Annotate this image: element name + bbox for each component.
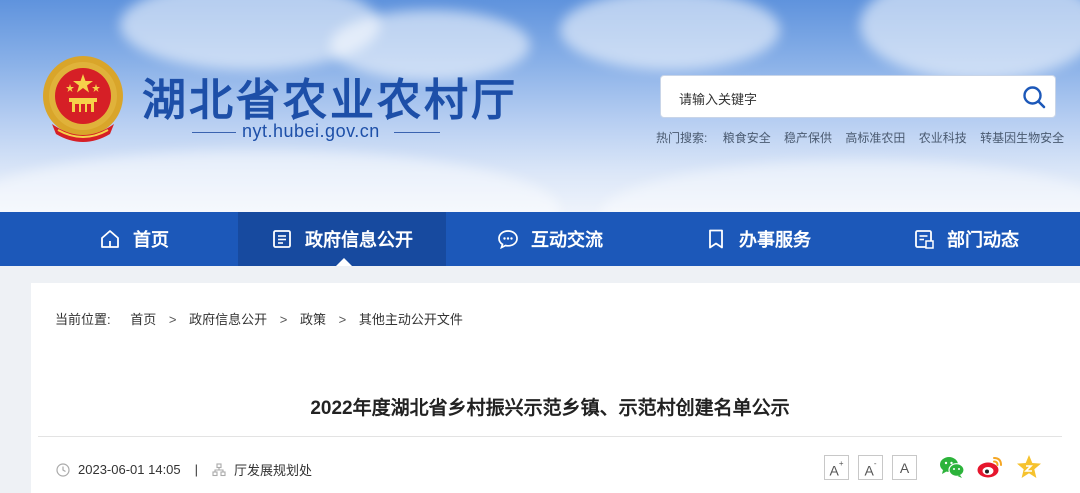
article-meta: 2023-06-01 14:05 | 厅发展规划处 <box>56 460 312 479</box>
document-list-icon <box>273 230 291 248</box>
organization-icon <box>212 462 226 476</box>
hot-search-term[interactable]: 粮食安全 <box>723 131 771 145</box>
breadcrumb-link[interactable]: 政策 <box>300 312 326 327</box>
font-reset-button[interactable]: A <box>892 455 917 480</box>
national-emblem-icon <box>43 56 123 142</box>
cloud-decoration <box>860 0 1080 80</box>
nav-item-label: 政府信息公开 <box>305 230 413 250</box>
hot-search-term[interactable]: 高标准农田 <box>845 131 905 145</box>
hot-search-term[interactable]: 稳产保供 <box>784 131 832 145</box>
nav-item-label: 部门动态 <box>947 230 1019 250</box>
search-input[interactable]: 请输入关键字 <box>660 75 1056 118</box>
site-domain-text: nyt.hubei.gov.cn <box>242 121 380 141</box>
meta-divider: | <box>194 462 199 477</box>
bookmark-icon <box>709 229 723 249</box>
chat-icon <box>498 230 518 250</box>
breadcrumb-separator: > <box>168 312 177 327</box>
hot-search-term[interactable]: 农业科技 <box>919 131 967 145</box>
active-nav-pointer <box>336 258 352 266</box>
main-nav: 首页 政府信息公开 互动交流 办事服务 部门动态 <box>0 212 1080 266</box>
breadcrumb-link[interactable]: 其他主动公开文件 <box>359 312 463 327</box>
wechat-icon[interactable] <box>938 453 966 481</box>
font-reset-label: A <box>899 460 910 476</box>
font-decrease-mark: - <box>873 459 877 468</box>
font-increase-button[interactable]: A+ <box>824 455 849 480</box>
domain-rule <box>192 132 236 133</box>
hot-search-term[interactable]: 转基因生物安全 <box>980 131 1064 145</box>
nav-item-label: 互动交流 <box>531 230 603 250</box>
breadcrumb-separator: > <box>338 312 347 327</box>
hot-search-label: 热门搜索: <box>656 131 708 145</box>
breadcrumb-label: 当前位置: <box>55 312 111 327</box>
font-decrease-button[interactable]: A- <box>858 455 883 480</box>
font-increase-mark: + <box>838 459 844 468</box>
site-header: 湖北省农业农村厅 nyt.hubei.gov.cn 请输入关键字 热门搜索: 粮… <box>0 0 1080 212</box>
cloud-decoration <box>600 160 1080 212</box>
nav-item-home[interactable]: 首页 <box>30 212 238 266</box>
clock-icon <box>56 462 70 477</box>
article-title: 2022年度湖北省乡村振兴示范乡镇、示范村创建名单公示 <box>310 398 790 419</box>
site-domain: nyt.hubei.gov.cn <box>192 121 440 143</box>
nav-item-services[interactable]: 办事服务 <box>654 212 862 266</box>
breadcrumb-link[interactable]: 政府信息公开 <box>189 312 267 327</box>
news-icon <box>915 230 934 249</box>
domain-rule <box>394 132 440 133</box>
favorite-star-icon[interactable] <box>1015 453 1043 481</box>
title-divider <box>38 436 1062 437</box>
breadcrumb-separator: > <box>279 312 288 327</box>
font-decrease-label: A <box>864 462 874 479</box>
search-icon[interactable] <box>1021 84 1047 110</box>
breadcrumb-link[interactable]: 首页 <box>130 312 156 327</box>
search-placeholder: 请输入关键字 <box>679 92 758 107</box>
hot-search: 热门搜索: 粮食安全 稳产保供 高标准农田 农业科技 转基因生物安全 <box>656 129 1074 146</box>
nav-item-dept-news[interactable]: 部门动态 <box>862 212 1070 266</box>
weibo-icon[interactable] <box>976 453 1004 481</box>
font-increase-label: A <box>829 462 839 479</box>
nav-item-label: 首页 <box>133 230 169 250</box>
article-source: 厅发展规划处 <box>234 463 313 478</box>
home-icon <box>101 230 119 248</box>
cloud-decoration <box>560 0 780 70</box>
nav-item-interaction[interactable]: 互动交流 <box>446 212 654 266</box>
cloud-decoration <box>0 150 560 212</box>
publish-date: 2023-06-01 14:05 <box>78 462 181 477</box>
breadcrumb: 当前位置: 首页 > 政府信息公开 > 政策 > 其他主动公开文件 <box>55 309 463 328</box>
nav-item-label: 办事服务 <box>739 230 811 250</box>
site-title[interactable]: 湖北省农业农村厅 <box>142 64 518 128</box>
